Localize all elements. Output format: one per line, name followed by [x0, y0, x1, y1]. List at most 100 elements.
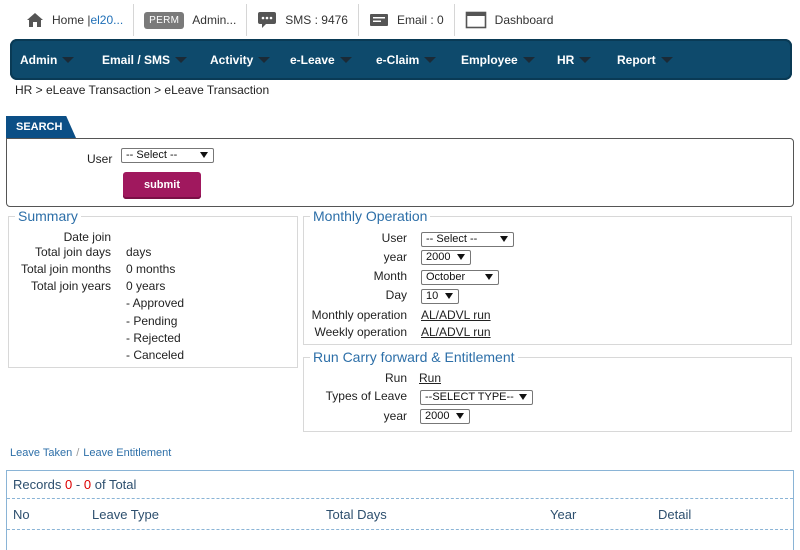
nav-employee[interactable]: Employee [461, 39, 557, 80]
select-value: --SELECT TYPE-- [425, 391, 514, 403]
carry-year-label: year [383, 409, 407, 423]
status-approved: - Approved [126, 296, 185, 310]
caret-down-icon [522, 56, 535, 63]
run-label: Run [384, 371, 407, 385]
email-item[interactable]: Email : 0 [359, 4, 455, 36]
search-tab: SEARCH [6, 116, 76, 138]
summary-fieldset: Summary Date join Total join days days T… [8, 208, 298, 368]
carry-year-select[interactable]: 2000 [420, 409, 470, 424]
home-icon [26, 12, 44, 28]
monthly-user-select[interactable]: -- Select -- [421, 232, 514, 247]
admin-item[interactable]: PERM Admin... [134, 4, 248, 36]
caret-down-icon [62, 56, 75, 63]
select-value: 2000 [425, 410, 450, 422]
date-join-label: Date join [63, 230, 111, 244]
nav-label: e-Claim [376, 52, 420, 67]
dropdown-arrow-icon [456, 413, 464, 419]
divider [7, 498, 793, 499]
caret-down-icon [258, 56, 271, 63]
select-value: October [426, 271, 466, 283]
total-days-label: Total join days [34, 245, 111, 259]
divider [7, 529, 793, 530]
monthly-operation-title: Monthly Operation [310, 208, 431, 224]
weekly-op-link[interactable]: AL/ADVL run [421, 325, 491, 339]
monthly-user-label: User [381, 231, 407, 245]
status-rejected: - Rejected [126, 331, 181, 345]
caret-down-icon [424, 56, 437, 63]
monthly-year-label: year [383, 250, 407, 264]
nav-activity[interactable]: Activity [210, 39, 290, 80]
user-select[interactable]: -- Select -- [121, 148, 214, 163]
nav-label: Admin [20, 52, 58, 67]
col-header-detail: Detail [658, 507, 692, 522]
nav-report[interactable]: Report [617, 39, 697, 80]
caret-down-icon [660, 56, 673, 63]
select-value: 10 [426, 290, 439, 302]
dashboard-label[interactable]: Dashboard [495, 13, 554, 27]
records-suffix: of Total [94, 477, 137, 492]
col-header-year: Year [550, 507, 577, 522]
select-value: -- Select -- [426, 233, 478, 245]
dashboard-item[interactable]: Dashboard [455, 4, 564, 36]
col-header-total-days: Total Days [326, 507, 387, 522]
nav-label: Activity [210, 52, 254, 67]
tab-leave-taken[interactable]: Leave Taken [10, 447, 72, 459]
total-years-value: 0 years [126, 279, 166, 293]
dropdown-arrow-icon [519, 394, 527, 400]
caret-down-icon [339, 56, 352, 63]
tab-separator: / [76, 447, 80, 459]
status-canceled: - Canceled [126, 348, 185, 362]
sms-label[interactable]: SMS : 9476 [285, 13, 348, 27]
tab-leave-entitlement[interactable]: Leave Entitlement [83, 447, 171, 459]
col-header-no: No [13, 507, 30, 522]
records-table: Records 0 - 0 of Total No Leave Type Tot… [6, 470, 794, 550]
carry-forward-title: Run Carry forward & Entitlement [310, 349, 518, 365]
home-item[interactable]: Home | el20... [16, 4, 135, 36]
monthly-year-select[interactable]: 2000 [421, 250, 471, 265]
nav-label: e-Leave [290, 52, 335, 67]
types-of-leave-select[interactable]: --SELECT TYPE-- [420, 390, 533, 405]
total-days-value: days [126, 245, 152, 259]
records-from: 0 [65, 477, 73, 492]
total-years-label: Total join years [30, 279, 111, 293]
monthly-op-link[interactable]: AL/ADVL run [421, 308, 491, 322]
run-link[interactable]: Run [419, 371, 441, 385]
summary-title: Summary [15, 208, 81, 224]
chat-bubble-icon [257, 11, 277, 29]
nav-e-leave[interactable]: e-Leave [290, 39, 376, 80]
total-months-label: Total join months [20, 262, 111, 276]
monthly-op-label: Monthly operation [311, 308, 407, 322]
admin-label[interactable]: Admin... [192, 13, 236, 27]
sms-item[interactable]: SMS : 9476 [247, 4, 359, 36]
home-link[interactable]: el20... [90, 13, 123, 27]
monthly-month-select[interactable]: October [421, 270, 499, 285]
nav-e-claim[interactable]: e-Claim [376, 39, 461, 80]
weekly-op-label: Weekly operation [314, 325, 408, 339]
carry-forward-fieldset: Run Carry forward & Entitlement Run Run … [303, 349, 792, 432]
select-value: 2000 [426, 251, 451, 263]
records-summary: Records 0 - 0 of Total [13, 477, 136, 492]
col-header-leave-type: Leave Type [92, 507, 159, 522]
breadcrumb: HR > eLeave Transaction > eLeave Transac… [15, 83, 270, 97]
dropdown-arrow-icon [445, 293, 453, 299]
dropdown-arrow-icon [457, 254, 465, 260]
records-dash: - [75, 477, 81, 492]
nav-label: Report [617, 52, 656, 67]
dropdown-arrow-icon [500, 236, 508, 242]
email-label[interactable]: Email : 0 [397, 13, 444, 27]
monthly-month-label: Month [373, 269, 407, 283]
total-months-value: 0 months [126, 262, 176, 276]
nav-label: Email / SMS [102, 52, 171, 67]
nav-admin[interactable]: Admin [20, 39, 102, 80]
nav-hr[interactable]: HR [557, 39, 617, 80]
main-nav: Admin Email / SMS Activity e-Leave e-Cla… [10, 39, 792, 80]
select-value: -- Select -- [126, 149, 178, 161]
monthly-day-select[interactable]: 10 [421, 289, 459, 304]
submit-button[interactable]: submit [123, 172, 201, 199]
records-prefix: Records [13, 477, 62, 492]
caret-down-icon [175, 56, 188, 63]
envelope-icon [369, 12, 389, 28]
nav-email-sms[interactable]: Email / SMS [102, 39, 210, 80]
search-panel: User -- Select -- submit [6, 138, 794, 207]
records-to: 0 [83, 477, 92, 492]
